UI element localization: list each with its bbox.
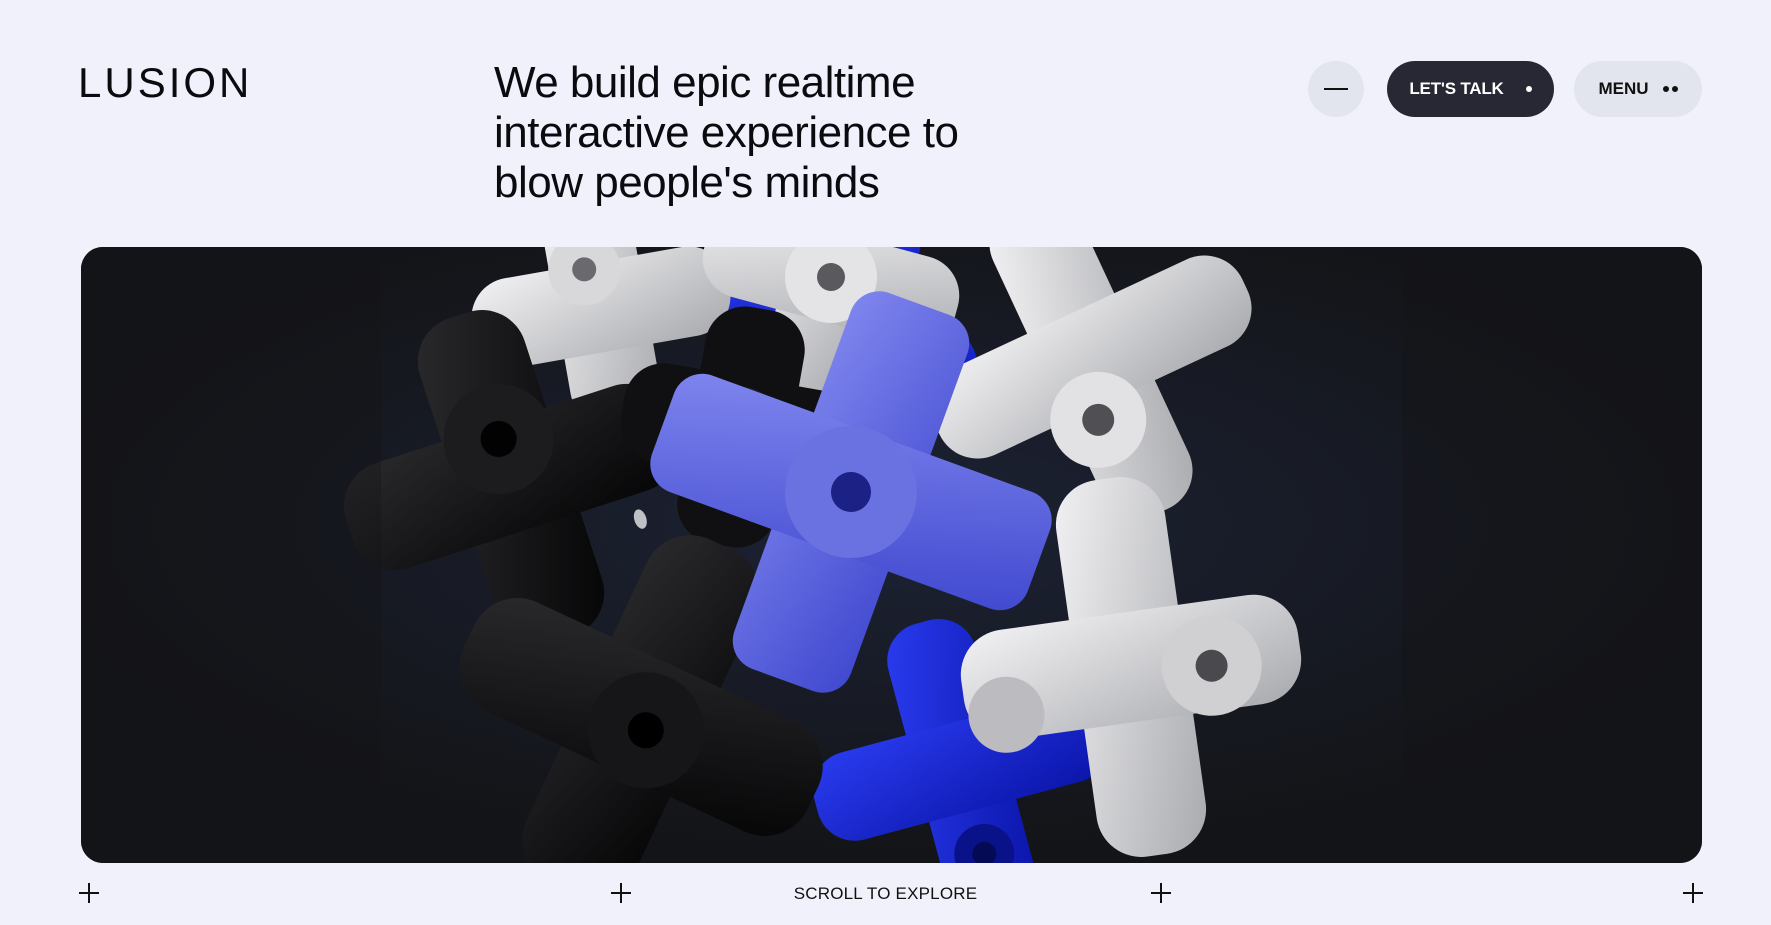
sound-toggle-button[interactable]	[1308, 61, 1364, 117]
hero-3d-canvas[interactable]	[81, 247, 1702, 863]
scroll-to-explore-label: SCROLL TO EXPLORE	[793, 884, 978, 903]
dot-icon	[1525, 86, 1532, 92]
hero-headline: We build epic realtime interactive exper…	[494, 58, 1054, 208]
hero-3d-render	[81, 247, 1702, 863]
lets-talk-label: LET'S TALK	[1409, 79, 1504, 98]
menu-label: MENU	[1598, 79, 1649, 98]
minus-icon	[1324, 88, 1348, 90]
menu-button[interactable]: MENU	[1574, 61, 1702, 117]
headline-line-1: We build epic realtime	[494, 58, 916, 107]
two-dots-icon	[1662, 86, 1678, 92]
page: LUSION We build epic realtime interactiv…	[0, 0, 1771, 925]
lusion-logo[interactable]: LUSION	[78, 62, 252, 104]
headline-line-2: interactive experience to	[494, 108, 959, 157]
plus-icon	[1151, 883, 1171, 903]
lets-talk-button[interactable]: LET'S TALK	[1387, 61, 1554, 117]
plus-icon	[1683, 883, 1703, 903]
headline-line-3: blow people's minds	[494, 158, 880, 207]
scroll-indicator-bar: SCROLL TO EXPLORE	[0, 880, 1771, 910]
